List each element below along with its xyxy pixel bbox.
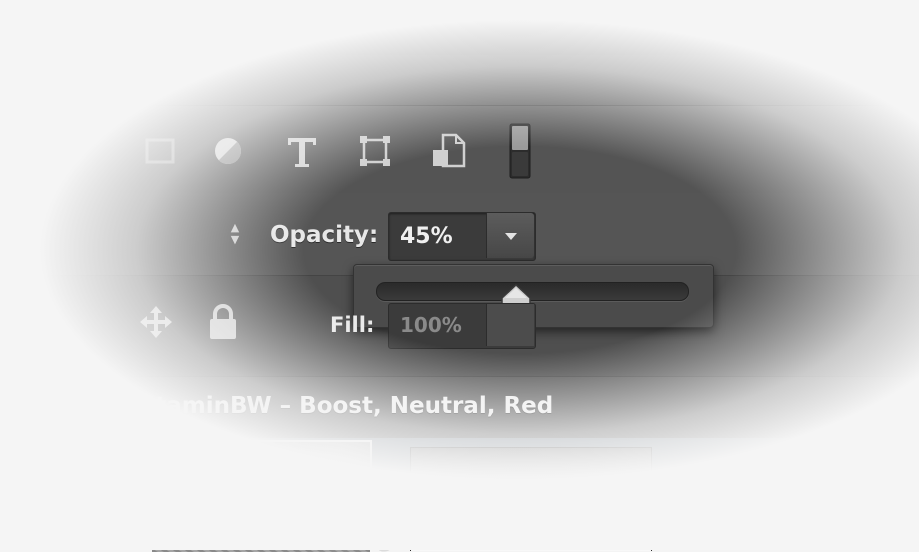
layers-panel: ▲ ▼ Opacity: 45% Fill: 100% VitaminBW – … — [0, 0, 919, 552]
panel-header-strip — [0, 0, 919, 55]
opacity-label: Opacity: — [270, 222, 379, 248]
type-filter-icon — [288, 138, 316, 167]
layer-mask-thumbnail[interactable] — [410, 447, 652, 551]
chain-link-icon[interactable] — [372, 520, 396, 552]
adjustment-filter-icon — [215, 138, 241, 164]
opacity-value[interactable]: 45% — [400, 224, 453, 249]
layer-caption: Convert — [676, 527, 763, 552]
chevron-down-icon — [504, 232, 517, 240]
shape-filter-button[interactable] — [355, 126, 395, 176]
type-filter-button[interactable] — [282, 126, 322, 176]
shape-filter-icon — [360, 136, 390, 166]
adjustment-filter-button[interactable] — [208, 126, 248, 176]
lock-position-icon[interactable] — [138, 304, 174, 340]
opacity-dropdown-button[interactable] — [486, 213, 534, 258]
fill-dropdown-button[interactable] — [486, 304, 534, 346]
lock-all-icon[interactable] — [205, 303, 241, 341]
rectangle-filter-icon — [145, 138, 175, 164]
pixel-filter-button[interactable] — [140, 126, 180, 176]
layer-name[interactable]: VitaminBW – Boost, Neutral, Red — [130, 393, 553, 419]
layer-thumbnail[interactable] — [150, 440, 372, 552]
filter-toggle-switch — [509, 123, 531, 179]
smart-object-filter-button[interactable] — [428, 126, 468, 176]
fill-value[interactable]: 100% — [400, 313, 462, 337]
fill-label: Fill: — [330, 313, 375, 337]
filter-toggle-button[interactable] — [500, 123, 540, 179]
blend-mode-stepper[interactable]: ▲ ▼ — [228, 222, 242, 252]
smart-object-filter-icon — [433, 133, 466, 168]
chevron-down-icon: ▼ — [230, 233, 240, 246]
